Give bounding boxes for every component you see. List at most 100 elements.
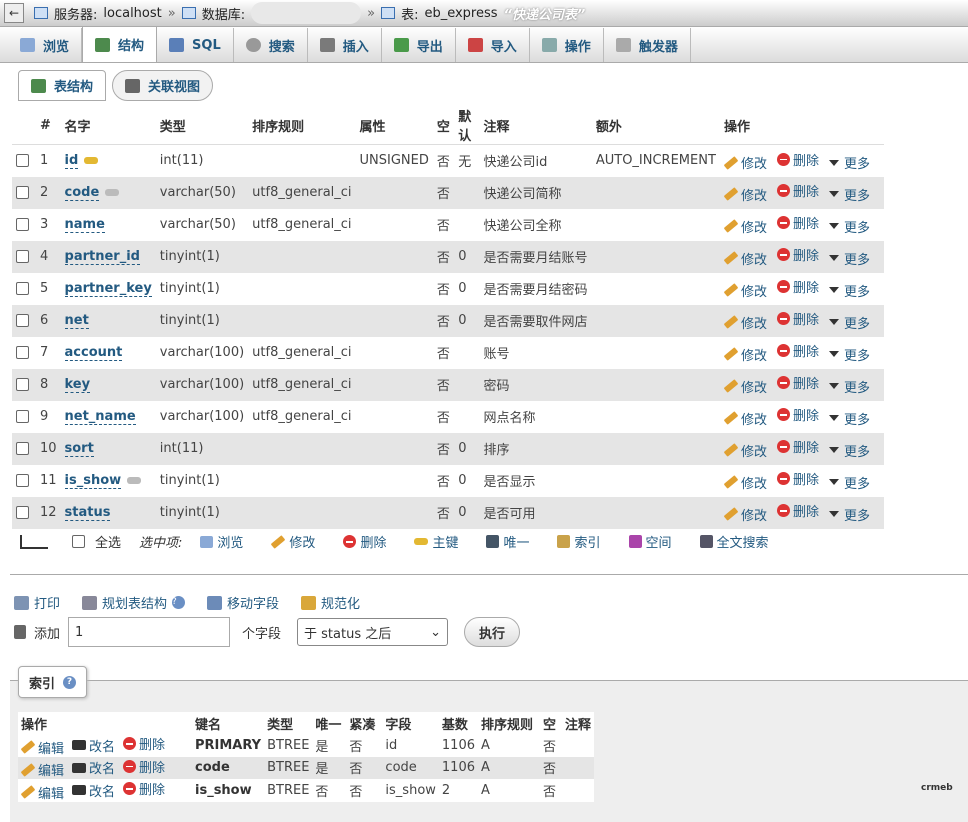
- edit-field-button[interactable]: 修改: [723, 441, 767, 460]
- check-all-label[interactable]: 全选: [95, 532, 121, 551]
- edit-field-button[interactable]: 修改: [723, 409, 767, 428]
- row-checkbox[interactable]: [16, 378, 29, 391]
- field-name[interactable]: net_name: [64, 409, 136, 425]
- field-name[interactable]: code: [64, 185, 100, 201]
- delete-field-button[interactable]: 删除: [776, 469, 819, 488]
- row-checkbox[interactable]: [16, 410, 29, 423]
- delete-field-button[interactable]: 删除: [776, 213, 819, 232]
- bulk-primary-button[interactable]: 主键: [414, 532, 458, 551]
- more-field-button[interactable]: 更多: [828, 249, 870, 268]
- row-checkbox[interactable]: [16, 346, 29, 359]
- field-name[interactable]: status: [64, 505, 111, 521]
- subtab-table-structure[interactable]: 表结构: [18, 70, 107, 101]
- help-icon[interactable]: ?: [172, 596, 186, 609]
- add-count-input[interactable]: 1: [68, 617, 231, 647]
- more-field-button[interactable]: 更多: [828, 377, 870, 396]
- normalize-link[interactable]: 规范化: [301, 593, 360, 612]
- more-field-button[interactable]: 更多: [828, 473, 870, 492]
- propose-structure-link[interactable]: 规划表结构?: [82, 593, 186, 612]
- add-position-select[interactable]: 于 status 之后 ⌄: [297, 618, 449, 646]
- edit-index-button[interactable]: 编辑: [20, 760, 64, 779]
- delete-field-button[interactable]: 删除: [776, 309, 819, 328]
- tab-sql[interactable]: SQL: [157, 28, 234, 62]
- delete-index-button[interactable]: 删除: [123, 757, 165, 776]
- tab-browse[interactable]: 浏览: [8, 28, 83, 62]
- go-button[interactable]: 执行: [464, 617, 521, 647]
- edit-index-button[interactable]: 编辑: [20, 738, 64, 757]
- delete-field-button[interactable]: 删除: [776, 277, 819, 296]
- help-icon[interactable]: ?: [63, 675, 77, 689]
- field-name[interactable]: net: [64, 313, 89, 329]
- bulk-browse-button[interactable]: 浏览: [200, 532, 243, 551]
- delete-field-button[interactable]: 删除: [776, 341, 819, 360]
- row-checkbox[interactable]: [16, 186, 29, 199]
- field-name[interactable]: partner_id: [64, 249, 140, 265]
- more-field-button[interactable]: 更多: [828, 441, 870, 460]
- more-field-button[interactable]: 更多: [828, 217, 870, 236]
- more-field-button[interactable]: 更多: [828, 345, 870, 364]
- tab-insert[interactable]: 插入: [308, 28, 382, 62]
- bulk-fulltext-button[interactable]: 全文搜索: [699, 532, 769, 551]
- edit-field-button[interactable]: 修改: [723, 345, 767, 364]
- row-checkbox[interactable]: [16, 218, 29, 231]
- bulk-spatial-button[interactable]: 空间: [628, 532, 672, 551]
- bulk-edit-button[interactable]: 修改: [271, 532, 315, 551]
- more-field-button[interactable]: 更多: [828, 313, 870, 332]
- tab-search[interactable]: 搜索: [234, 28, 308, 62]
- edit-field-button[interactable]: 修改: [723, 249, 767, 268]
- breadcrumb-server[interactable]: localhost: [103, 6, 161, 21]
- bulk-delete-button[interactable]: 删除: [343, 532, 386, 551]
- print-link[interactable]: 打印: [14, 593, 60, 612]
- delete-index-button[interactable]: 删除: [123, 734, 165, 753]
- more-field-button[interactable]: 更多: [828, 185, 870, 204]
- field-name[interactable]: name: [64, 217, 105, 233]
- delete-field-button[interactable]: 删除: [776, 373, 819, 392]
- row-checkbox[interactable]: [16, 314, 29, 327]
- edit-field-button[interactable]: 修改: [723, 313, 767, 332]
- tab-import[interactable]: 导入: [456, 28, 530, 62]
- more-field-button[interactable]: 更多: [828, 505, 870, 524]
- row-checkbox[interactable]: [16, 506, 29, 519]
- delete-field-button[interactable]: 删除: [776, 437, 819, 456]
- row-checkbox[interactable]: [16, 442, 29, 455]
- edit-index-button[interactable]: 编辑: [20, 783, 64, 802]
- more-field-button[interactable]: 更多: [828, 153, 870, 172]
- field-name[interactable]: key: [64, 377, 91, 393]
- edit-field-button[interactable]: 修改: [723, 217, 767, 236]
- tab-triggers[interactable]: 触发器: [604, 28, 691, 62]
- rename-index-button[interactable]: 改名: [72, 736, 115, 755]
- delete-field-button[interactable]: 删除: [776, 405, 819, 424]
- row-checkbox[interactable]: [16, 154, 29, 168]
- breadcrumb-database-redacted[interactable]: [251, 2, 362, 24]
- more-field-button[interactable]: 更多: [828, 409, 870, 428]
- delete-field-button[interactable]: 删除: [776, 181, 819, 200]
- field-name[interactable]: sort: [64, 441, 94, 457]
- subtab-relation-view[interactable]: 关联视图: [112, 70, 214, 101]
- move-columns-link[interactable]: 移动字段: [207, 593, 279, 612]
- field-name[interactable]: account: [64, 345, 123, 361]
- field-name[interactable]: id: [64, 153, 79, 170]
- edit-field-button[interactable]: 修改: [723, 153, 767, 172]
- field-name[interactable]: partner_key: [64, 281, 152, 297]
- delete-field-button[interactable]: 删除: [776, 501, 819, 520]
- tab-operations[interactable]: 操作: [530, 28, 604, 62]
- breadcrumb-table[interactable]: eb_express: [424, 6, 497, 21]
- edit-field-button[interactable]: 修改: [723, 377, 767, 396]
- edit-field-button[interactable]: 修改: [723, 185, 767, 204]
- tab-structure[interactable]: 结构: [82, 26, 158, 62]
- row-checkbox[interactable]: [16, 282, 29, 295]
- more-field-button[interactable]: 更多: [828, 281, 870, 300]
- field-name[interactable]: is_show: [64, 473, 122, 489]
- rename-index-button[interactable]: 改名: [72, 758, 115, 777]
- tab-export[interactable]: 导出: [382, 28, 456, 62]
- edit-field-button[interactable]: 修改: [723, 281, 767, 300]
- collapse-navigation-button[interactable]: ←: [4, 3, 24, 23]
- bulk-unique-button[interactable]: 唯一: [486, 532, 529, 551]
- delete-field-button[interactable]: 删除: [776, 245, 819, 264]
- edit-field-button[interactable]: 修改: [723, 473, 767, 492]
- row-checkbox[interactable]: [16, 250, 29, 263]
- delete-index-button[interactable]: 删除: [123, 779, 165, 798]
- check-all-checkbox[interactable]: [72, 535, 85, 548]
- rename-index-button[interactable]: 改名: [72, 781, 115, 800]
- delete-field-button[interactable]: 删除: [776, 150, 819, 169]
